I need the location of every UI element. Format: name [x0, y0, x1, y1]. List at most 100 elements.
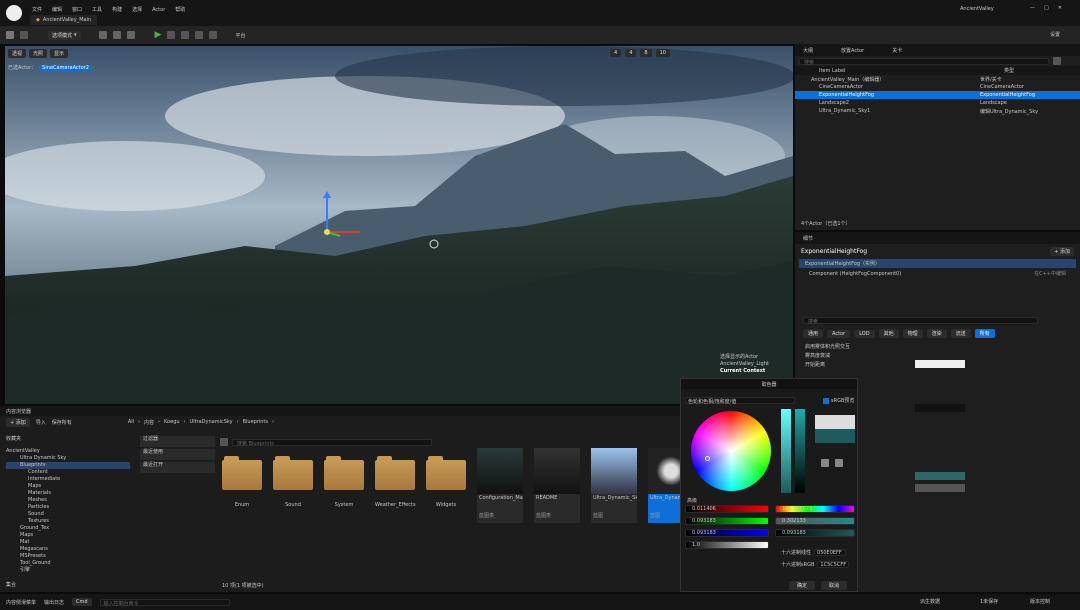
root-folder[interactable]: AncientValley — [6, 448, 130, 455]
details-filter-tab[interactable]: 所有 — [974, 329, 995, 338]
details-filter-tab[interactable]: Actor — [827, 329, 851, 338]
snap-setting[interactable]: 10 — [655, 49, 670, 57]
play-icon[interactable]: ▶ — [155, 30, 162, 40]
save-all-button[interactable]: 保存所有 — [52, 419, 72, 426]
fog-color-swatch[interactable] — [915, 360, 965, 368]
menu-item[interactable]: 选择 — [132, 6, 142, 13]
hex-linear-input[interactable]: 050E0EFF — [814, 549, 847, 556]
v-value[interactable]: 0.093183 — [782, 530, 806, 536]
inscattering-swatch[interactable] — [915, 404, 965, 412]
srgb-checkbox[interactable] — [823, 397, 829, 404]
console-input[interactable]: 输入控制台命令 — [99, 598, 230, 607]
value-slider[interactable] — [795, 409, 805, 493]
unreal-logo-icon[interactable] — [6, 5, 22, 21]
menu-item[interactable]: Actor — [152, 7, 165, 13]
content-icon[interactable] — [20, 31, 28, 39]
folder-tree-item[interactable]: Sound — [6, 511, 130, 518]
asset-tile[interactable]: Ultra_Dynamic_Sky 蓝图 — [591, 448, 637, 523]
derived-data-button[interactable]: 派生数据 — [920, 598, 940, 605]
collections-header[interactable]: 集合 — [6, 582, 16, 589]
stop-icon[interactable] — [181, 31, 190, 39]
cancel-button[interactable]: 取消 — [821, 581, 848, 590]
outliner-tab[interactable]: 放置Actor — [841, 47, 864, 54]
favorites-header[interactable]: 收藏夹 — [6, 436, 130, 443]
outliner-row[interactable]: Ultra_Dynamic_Sky1 编辑Ultra_Dynamic_Sky — [795, 107, 1080, 115]
details-filter-tab[interactable]: 流送 — [950, 329, 971, 338]
outliner-row[interactable]: AncientValley_Main（编辑器） 世界/关卡 — [795, 75, 1080, 83]
viewport-button[interactable]: 显示 — [50, 49, 69, 58]
component-row[interactable]: Component (HeightFogComponent0) 在C++中编辑 — [795, 269, 1080, 278]
details-filter-tab[interactable]: 渲染 — [926, 329, 947, 338]
s-value[interactable]: 0.302133 — [782, 518, 806, 524]
content-tab[interactable]: 内容浏览器 — [6, 408, 31, 415]
folder-tree-item[interactable]: 引擎 — [6, 567, 130, 574]
folder-tree-item[interactable]: Mat — [6, 539, 130, 546]
viewport-button[interactable]: 光照 — [29, 49, 48, 58]
snap-setting[interactable]: 4 — [625, 49, 637, 57]
snap-setting[interactable]: 8 — [640, 49, 652, 57]
outliner-tab[interactable]: 关卡 — [892, 47, 902, 54]
saturation-slider[interactable] — [781, 409, 791, 493]
menu-item[interactable]: 构建 — [112, 6, 122, 13]
menu-item[interactable]: 工具 — [92, 6, 102, 13]
settings-button[interactable]: 设置 — [1050, 31, 1060, 38]
folder-tree-item[interactable]: Materials — [6, 490, 130, 497]
outliner-row[interactable]: Landscape2 Landscape — [795, 99, 1080, 107]
emissive-swatch[interactable] — [915, 484, 965, 492]
folder-tree-item[interactable]: MSPresets — [6, 553, 130, 560]
color-wheel[interactable] — [691, 411, 771, 491]
save-icon[interactable] — [6, 31, 14, 39]
platform-button[interactable]: 平台 — [235, 32, 245, 39]
folder-tree-item[interactable]: Ultra Dynamic Sky — [6, 455, 130, 462]
asset-search[interactable]: 搜索 Blueprints — [232, 438, 432, 447]
b-value[interactable]: 0.093183 — [692, 530, 716, 536]
mode-dropdown[interactable]: 选项模式 ▾ — [48, 30, 81, 40]
folder-tile[interactable]: System — [324, 454, 364, 508]
outliner-tab[interactable]: 大纲 — [803, 47, 813, 54]
camera-badge[interactable]: SineCameraActor2 — [39, 64, 92, 71]
source-control-button[interactable]: 版本控制 — [1030, 598, 1050, 605]
close-icon[interactable]: ✕ — [1058, 5, 1062, 11]
breadcrumb-item[interactable]: UltraDynamicSky — [190, 419, 233, 425]
menu-item[interactable]: 编辑 — [52, 6, 62, 13]
breadcrumb-item[interactable]: 内容 — [144, 419, 154, 426]
unsaved-indicator[interactable]: 1未保存 — [980, 598, 998, 605]
advanced-header[interactable]: 高级 — [687, 497, 697, 504]
output-log-button[interactable]: 输出日志 — [44, 599, 64, 606]
asset-tile[interactable]: Configuration_Manager 蓝图类 — [477, 448, 523, 523]
snap-setting[interactable]: 4 — [610, 49, 622, 57]
details-search[interactable]: 搜索 — [803, 317, 1038, 325]
folder-tree-item[interactable]: Maps — [6, 532, 130, 539]
content-drawer-button[interactable]: 内容侧滑菜单 — [6, 599, 36, 606]
ok-button[interactable]: 确定 — [789, 581, 816, 590]
breadcrumb-item[interactable]: Blueprints — [243, 419, 268, 425]
details-filter-tab[interactable]: LOD — [854, 329, 875, 338]
folder-tree-item[interactable]: Blueprints — [6, 462, 130, 469]
folder-tree-item[interactable]: Particles — [6, 504, 130, 511]
filter-icon[interactable] — [220, 438, 228, 446]
outliner-row[interactable]: ExponentialHeightFog ExponentialHeightFog — [795, 91, 1080, 99]
details-filter-tab[interactable]: 通用 — [803, 329, 824, 338]
details-filter-tab[interactable]: 物理 — [902, 329, 923, 338]
level-tab[interactable]: ◆ AncientValley_Main — [30, 15, 98, 25]
folder-tree-item[interactable]: Textures — [6, 518, 130, 525]
folder-tile[interactable]: Weather_Effects — [375, 454, 416, 508]
directional-color-swatch[interactable] — [915, 472, 965, 480]
filter-item[interactable]: 最近打开 — [140, 462, 215, 473]
details-tab[interactable]: 细节 — [803, 235, 813, 242]
outliner-row[interactable]: CineCameraActor CineCameraActor — [795, 83, 1080, 91]
pause-icon[interactable] — [167, 31, 176, 39]
minimize-icon[interactable]: — — [1030, 5, 1035, 11]
r-value[interactable]: 0.011406 — [692, 506, 716, 512]
add-component-button[interactable]: + 添加 — [1050, 246, 1074, 256]
add-actor-icon[interactable] — [98, 31, 107, 39]
details-filter-tab[interactable]: 其他 — [878, 329, 899, 338]
folder-tree-item[interactable]: Ground_Tex — [6, 525, 130, 532]
folder-tile[interactable]: Enum — [222, 454, 262, 508]
folder-tree-item[interactable]: Meshes — [6, 497, 130, 504]
filter-item[interactable]: 最近使用 — [140, 449, 215, 460]
eject-icon[interactable] — [195, 31, 204, 39]
menu-item[interactable]: 帮助 — [175, 6, 185, 13]
mode-selector[interactable]: 色轮和色相/饱和度/值 — [685, 397, 795, 405]
asset-tile[interactable]: README 蓝图类 — [534, 448, 580, 523]
